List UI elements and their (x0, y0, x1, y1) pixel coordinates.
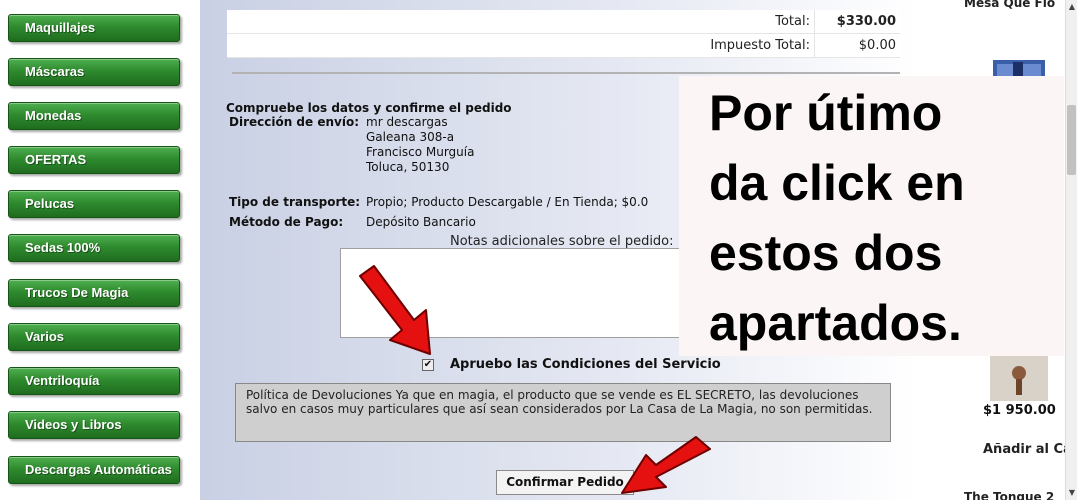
category-button-mascaras[interactable]: Máscaras (8, 58, 180, 86)
address-line: Galeana 308-a (366, 130, 455, 144)
product-name-top[interactable]: Mesa Que Flo (964, 0, 1055, 10)
shipping-address-label: Dirección de envío: (229, 115, 360, 129)
notes-label: Notas adicionales sobre el pedido: (450, 234, 674, 249)
category-button-ventriloquia[interactable]: Ventriloquía (8, 367, 180, 395)
category-button-videos-y-libros[interactable]: Videos y Libros (8, 411, 180, 439)
scroll-down-icon[interactable]: ▼ (1066, 486, 1077, 500)
divider (232, 72, 900, 74)
category-button-maquillajes[interactable]: Maquillajes (8, 14, 180, 42)
category-button-varios[interactable]: Varios (8, 323, 180, 351)
scroll-thumb[interactable] (1067, 105, 1076, 175)
category-button-trucos-de-magia[interactable]: Trucos De Magia (8, 279, 180, 307)
payment-value: Depósito Bancario (366, 215, 476, 229)
instruction-overlay: Por útimo da click en estos dos apartado… (679, 76, 1064, 356)
total-row: Total: $330.00 (227, 10, 900, 34)
total-label: Total: (775, 14, 810, 29)
product-price: $1 950.00 (983, 403, 1056, 418)
shipping-address-value: mr descargas Galeana 308-a Francisco Mur… (366, 115, 474, 175)
address-line: Francisco Murguía (366, 145, 475, 159)
product-image[interactable] (990, 355, 1048, 401)
transport-value: Propio; Producto Descargable / En Tienda… (366, 195, 649, 209)
scrollbar[interactable]: ▲ ▼ (1065, 0, 1077, 500)
terms-row: ✔ Apruebo las Condiciones del Servicio (422, 357, 721, 372)
return-policy-box: Política de Devoluciones Ya que en magia… (235, 383, 891, 442)
category-sidebar: Maquillajes Máscaras Monedas OFERTAS Pel… (0, 0, 200, 500)
tax-label: Impuesto Total: (710, 38, 810, 53)
scroll-up-icon[interactable]: ▲ (1066, 0, 1077, 14)
address-line: mr descargas (366, 115, 448, 129)
terms-label[interactable]: Apruebo las Condiciones del Servicio (450, 357, 721, 372)
add-to-cart-link[interactable]: Añadir al Car (983, 442, 1077, 457)
payment-label: Método de Pago: (229, 215, 344, 229)
red-arrow-icon-terms (359, 265, 431, 355)
instruction-text: Por útimo da click en estos dos apartado… (709, 85, 965, 351)
address-line: Toluca, 50130 (366, 160, 450, 174)
order-totals-table: Total: $330.00 Impuesto Total: $0.00 (227, 10, 900, 58)
category-button-ofertas[interactable]: OFERTAS (8, 146, 180, 174)
red-arrow-icon-confirm (621, 436, 711, 494)
total-value: $330.00 (814, 10, 900, 34)
confirm-order-button[interactable]: Confirmar Pedido (496, 470, 634, 495)
product-name-bottom[interactable]: The Tongue 2 (964, 490, 1054, 500)
transport-label: Tipo de transporte: (229, 195, 361, 209)
category-button-descargas-automaticas[interactable]: Descargas Automáticas (8, 456, 180, 484)
category-button-sedas[interactable]: Sedas 100% (8, 234, 180, 262)
category-button-monedas[interactable]: Monedas (8, 102, 180, 130)
category-button-pelucas[interactable]: Pelucas (8, 190, 180, 218)
tax-value: $0.00 (814, 34, 900, 58)
tax-row: Impuesto Total: $0.00 (227, 34, 900, 58)
